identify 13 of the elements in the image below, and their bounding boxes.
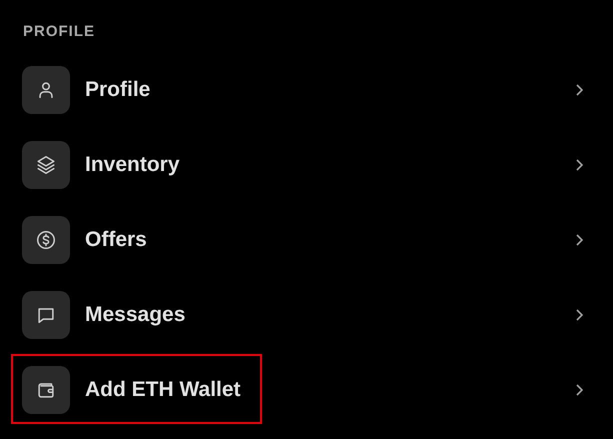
- menu-item[interactable]: Offers: [0, 204, 613, 279]
- chevron-right-icon: [575, 382, 585, 396]
- chevron-right-icon: [575, 308, 585, 322]
- layers-icon: [35, 154, 57, 176]
- menu-item[interactable]: Profile: [0, 54, 613, 129]
- chevron-right-icon: [575, 158, 585, 172]
- section-title: PROFILE: [23, 23, 96, 41]
- dollar-coin-icon: [35, 228, 57, 250]
- chevron-right-icon: [575, 82, 585, 96]
- chevron-right-icon: [575, 232, 585, 246]
- menu-item[interactable]: Messages: [0, 279, 613, 354]
- menu-item[interactable]: Inventory: [0, 129, 613, 204]
- menu-item[interactable]: Add ETH Wallet: [0, 354, 613, 429]
